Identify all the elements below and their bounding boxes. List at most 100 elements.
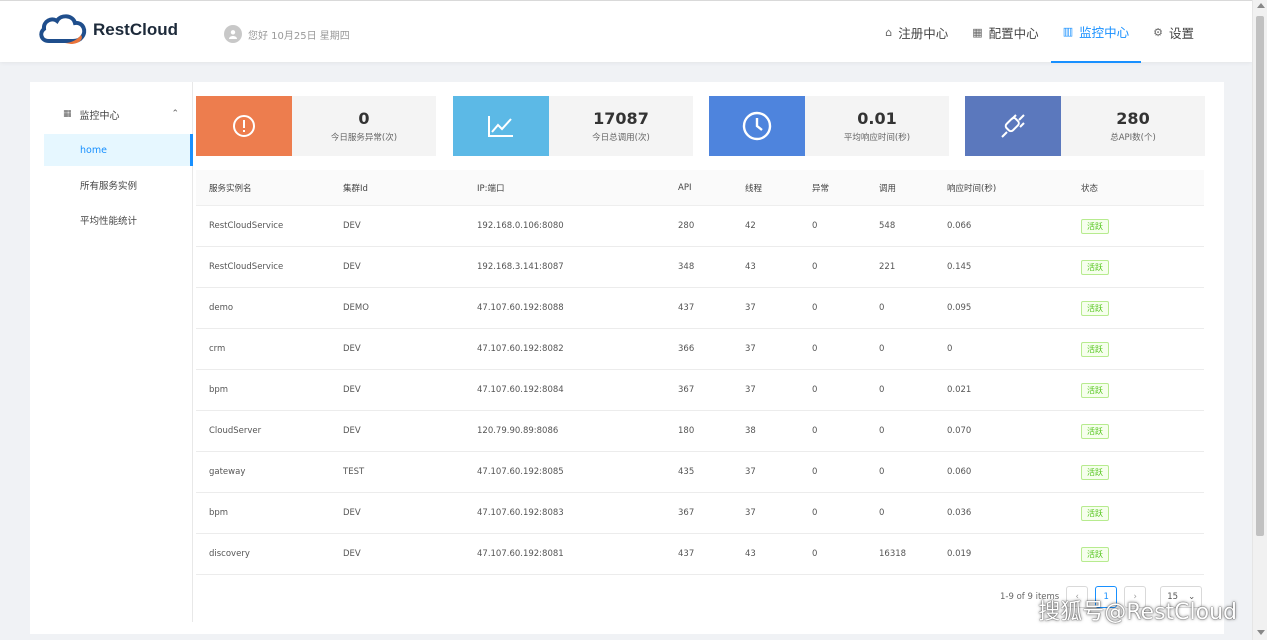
table-row[interactable]: bpm DEV 47.107.60.192:8084 367 37 0 0 0.021 活跃: [196, 370, 1204, 411]
status-cell: 活跃: [1081, 505, 1109, 521]
table-cell: DEV: [343, 344, 361, 354]
sidebar-item-avg-performance[interactable]: 平均性能统计: [44, 204, 193, 236]
table-cell: 47.107.60.192:8081: [477, 549, 564, 559]
table-row[interactable]: CloudServer DEV 120.79.90.89:8086 180 38 0 0 0.…: [196, 411, 1204, 452]
brand-name: RestCloud: [93, 20, 178, 39]
gear-icon: ⚙: [1153, 25, 1163, 39]
user-icon: [229, 30, 237, 39]
status-cell: 活跃: [1081, 382, 1109, 398]
table-header: 服务实例名 集群Id IP:端口 API 线程 异常 调用 响应时间(秒) 状态: [196, 170, 1204, 206]
table-cell: 435: [678, 467, 695, 477]
table-cell: 367: [678, 385, 695, 395]
nav-label: 配置中心: [988, 25, 1039, 41]
page-scrollbar[interactable]: [1252, 0, 1267, 640]
table-cell: 47.107.60.192:8082: [477, 344, 564, 354]
line-chart-icon: [488, 116, 513, 137]
clock-icon: [742, 111, 772, 141]
chevron-up-icon: ⌃: [171, 109, 179, 119]
table-cell: 38: [745, 426, 756, 436]
table-cell: 192.168.0.106:8080: [477, 221, 564, 231]
table-cell: 0: [879, 508, 885, 518]
table-cell: 37: [745, 303, 756, 313]
column-header[interactable]: API: [678, 183, 691, 193]
nav-settings[interactable]: ⚙ 设置: [1141, 1, 1206, 63]
cloud-logo-icon: [39, 14, 87, 44]
column-header[interactable]: 异常: [812, 182, 829, 194]
column-header[interactable]: 服务实例名: [209, 182, 252, 194]
table-cell: RestCloudService: [209, 221, 284, 231]
stat-card-errors: 0 今日服务异常(次): [196, 96, 436, 156]
table-cell: 0.066: [947, 221, 972, 231]
table-cell: 221: [879, 262, 896, 272]
status-badge: 活跃: [1081, 218, 1109, 234]
stat-card-calls: 17087 今日总调用(次): [453, 96, 693, 156]
avatar[interactable]: [224, 25, 242, 43]
stat-value: 280: [1116, 108, 1150, 128]
table-cell: 37: [745, 508, 756, 518]
scroll-down-arrow-icon[interactable]: [1257, 630, 1265, 635]
table-cell: DEV: [343, 262, 361, 272]
table-cell: bpm: [209, 508, 229, 518]
table-cell: 37: [745, 385, 756, 395]
user-greeting: 您好 10月25日 星期四: [224, 25, 350, 43]
status-badge: 活跃: [1081, 300, 1109, 316]
table-cell: 47.107.60.192:8084: [477, 385, 564, 395]
table-cell: 0: [812, 303, 818, 313]
stat-label: 今日服务异常(次): [330, 132, 398, 143]
grid-icon: ▦: [972, 25, 983, 39]
table-row[interactable]: crm DEV 47.107.60.192:8082 366 37 0 0 0 活跃: [196, 329, 1204, 370]
status-cell: 活跃: [1081, 259, 1109, 275]
column-header[interactable]: 响应时间(秒): [947, 182, 996, 194]
scroll-up-arrow-icon[interactable]: [1257, 3, 1265, 8]
nav-registry[interactable]: ⌂ 注册中心: [873, 1, 960, 63]
table-cell: 180: [678, 426, 695, 436]
column-header[interactable]: IP:端口: [477, 182, 505, 194]
table-cell: DEV: [343, 549, 361, 559]
table-cell: 0: [947, 344, 953, 354]
sidebar-group-monitor[interactable]: ▦ 监控中心 ⌃: [30, 106, 193, 122]
sidebar-item-home[interactable]: home: [44, 134, 193, 166]
nav-label: 注册中心: [898, 25, 949, 41]
status-badge: 活跃: [1081, 464, 1109, 480]
table-cell: 0.070: [947, 426, 972, 436]
table-cell: DEMO: [343, 303, 369, 313]
table-row[interactable]: RestCloudService DEV 192.168.0.106:8080 280…: [196, 206, 1204, 247]
logo[interactable]: RestCloud: [37, 13, 178, 47]
table-cell: 47.107.60.192:8088: [477, 303, 564, 313]
table-cell: 37: [745, 467, 756, 477]
table-row[interactable]: gateway TEST 47.107.60.192:8085 435 37 0 0 0.06…: [196, 452, 1204, 493]
sidebar-item-label: 平均性能统计: [80, 216, 138, 227]
status-cell: 活跃: [1081, 464, 1109, 480]
status-badge: 活跃: [1081, 341, 1109, 357]
sidebar-item-all-instances[interactable]: 所有服务实例: [44, 169, 193, 201]
table-cell: gateway: [209, 467, 246, 477]
nav-monitor[interactable]: ▥ 监控中心: [1050, 1, 1142, 63]
stat-value: 17087: [593, 108, 649, 128]
stat-label: 今日总调用(次): [592, 132, 650, 143]
table-row[interactable]: discovery DEV 47.107.60.192:8081 437 43 0 1631…: [196, 534, 1204, 575]
stat-icon-box: [196, 96, 292, 156]
column-header[interactable]: 集群Id: [343, 182, 368, 194]
nav-label: 监控中心: [1079, 24, 1130, 40]
table-row[interactable]: bpm DEV 47.107.60.192:8083 367 37 0 0 0.036 活跃: [196, 493, 1204, 534]
table-cell: RestCloudService: [209, 262, 284, 272]
table-row[interactable]: RestCloudService DEV 192.168.3.141:8087 348…: [196, 247, 1204, 288]
table-cell: 43: [745, 549, 756, 559]
top-header: RestCloud 您好 10月25日 星期四 ⌂ 注册中心 ▦ 配置中心 ▥ …: [0, 0, 1252, 63]
column-header[interactable]: 调用: [879, 182, 896, 194]
stat-icon-box: [965, 96, 1061, 156]
table-cell: 0: [812, 467, 818, 477]
stat-card-api-count: 280 总API数(个): [965, 96, 1205, 156]
table-cell: 367: [678, 508, 695, 518]
status-cell: 活跃: [1081, 546, 1109, 562]
table-cell: demo: [209, 303, 234, 313]
table-row[interactable]: demo DEMO 47.107.60.192:8088 437 37 0 0 0.095 活跃: [196, 288, 1204, 329]
column-header[interactable]: 线程: [745, 182, 762, 194]
table-cell: 0: [879, 385, 885, 395]
nav-config[interactable]: ▦ 配置中心: [960, 1, 1050, 63]
main-card: ▦ 监控中心 ⌃ home 所有服务实例 平均性能统计 0 今日服务异常(次) …: [30, 82, 1224, 634]
table-cell: 0: [812, 549, 818, 559]
column-header[interactable]: 状态: [1081, 182, 1098, 194]
table-cell: 42: [745, 221, 756, 231]
scroll-thumb[interactable]: [1256, 16, 1264, 536]
